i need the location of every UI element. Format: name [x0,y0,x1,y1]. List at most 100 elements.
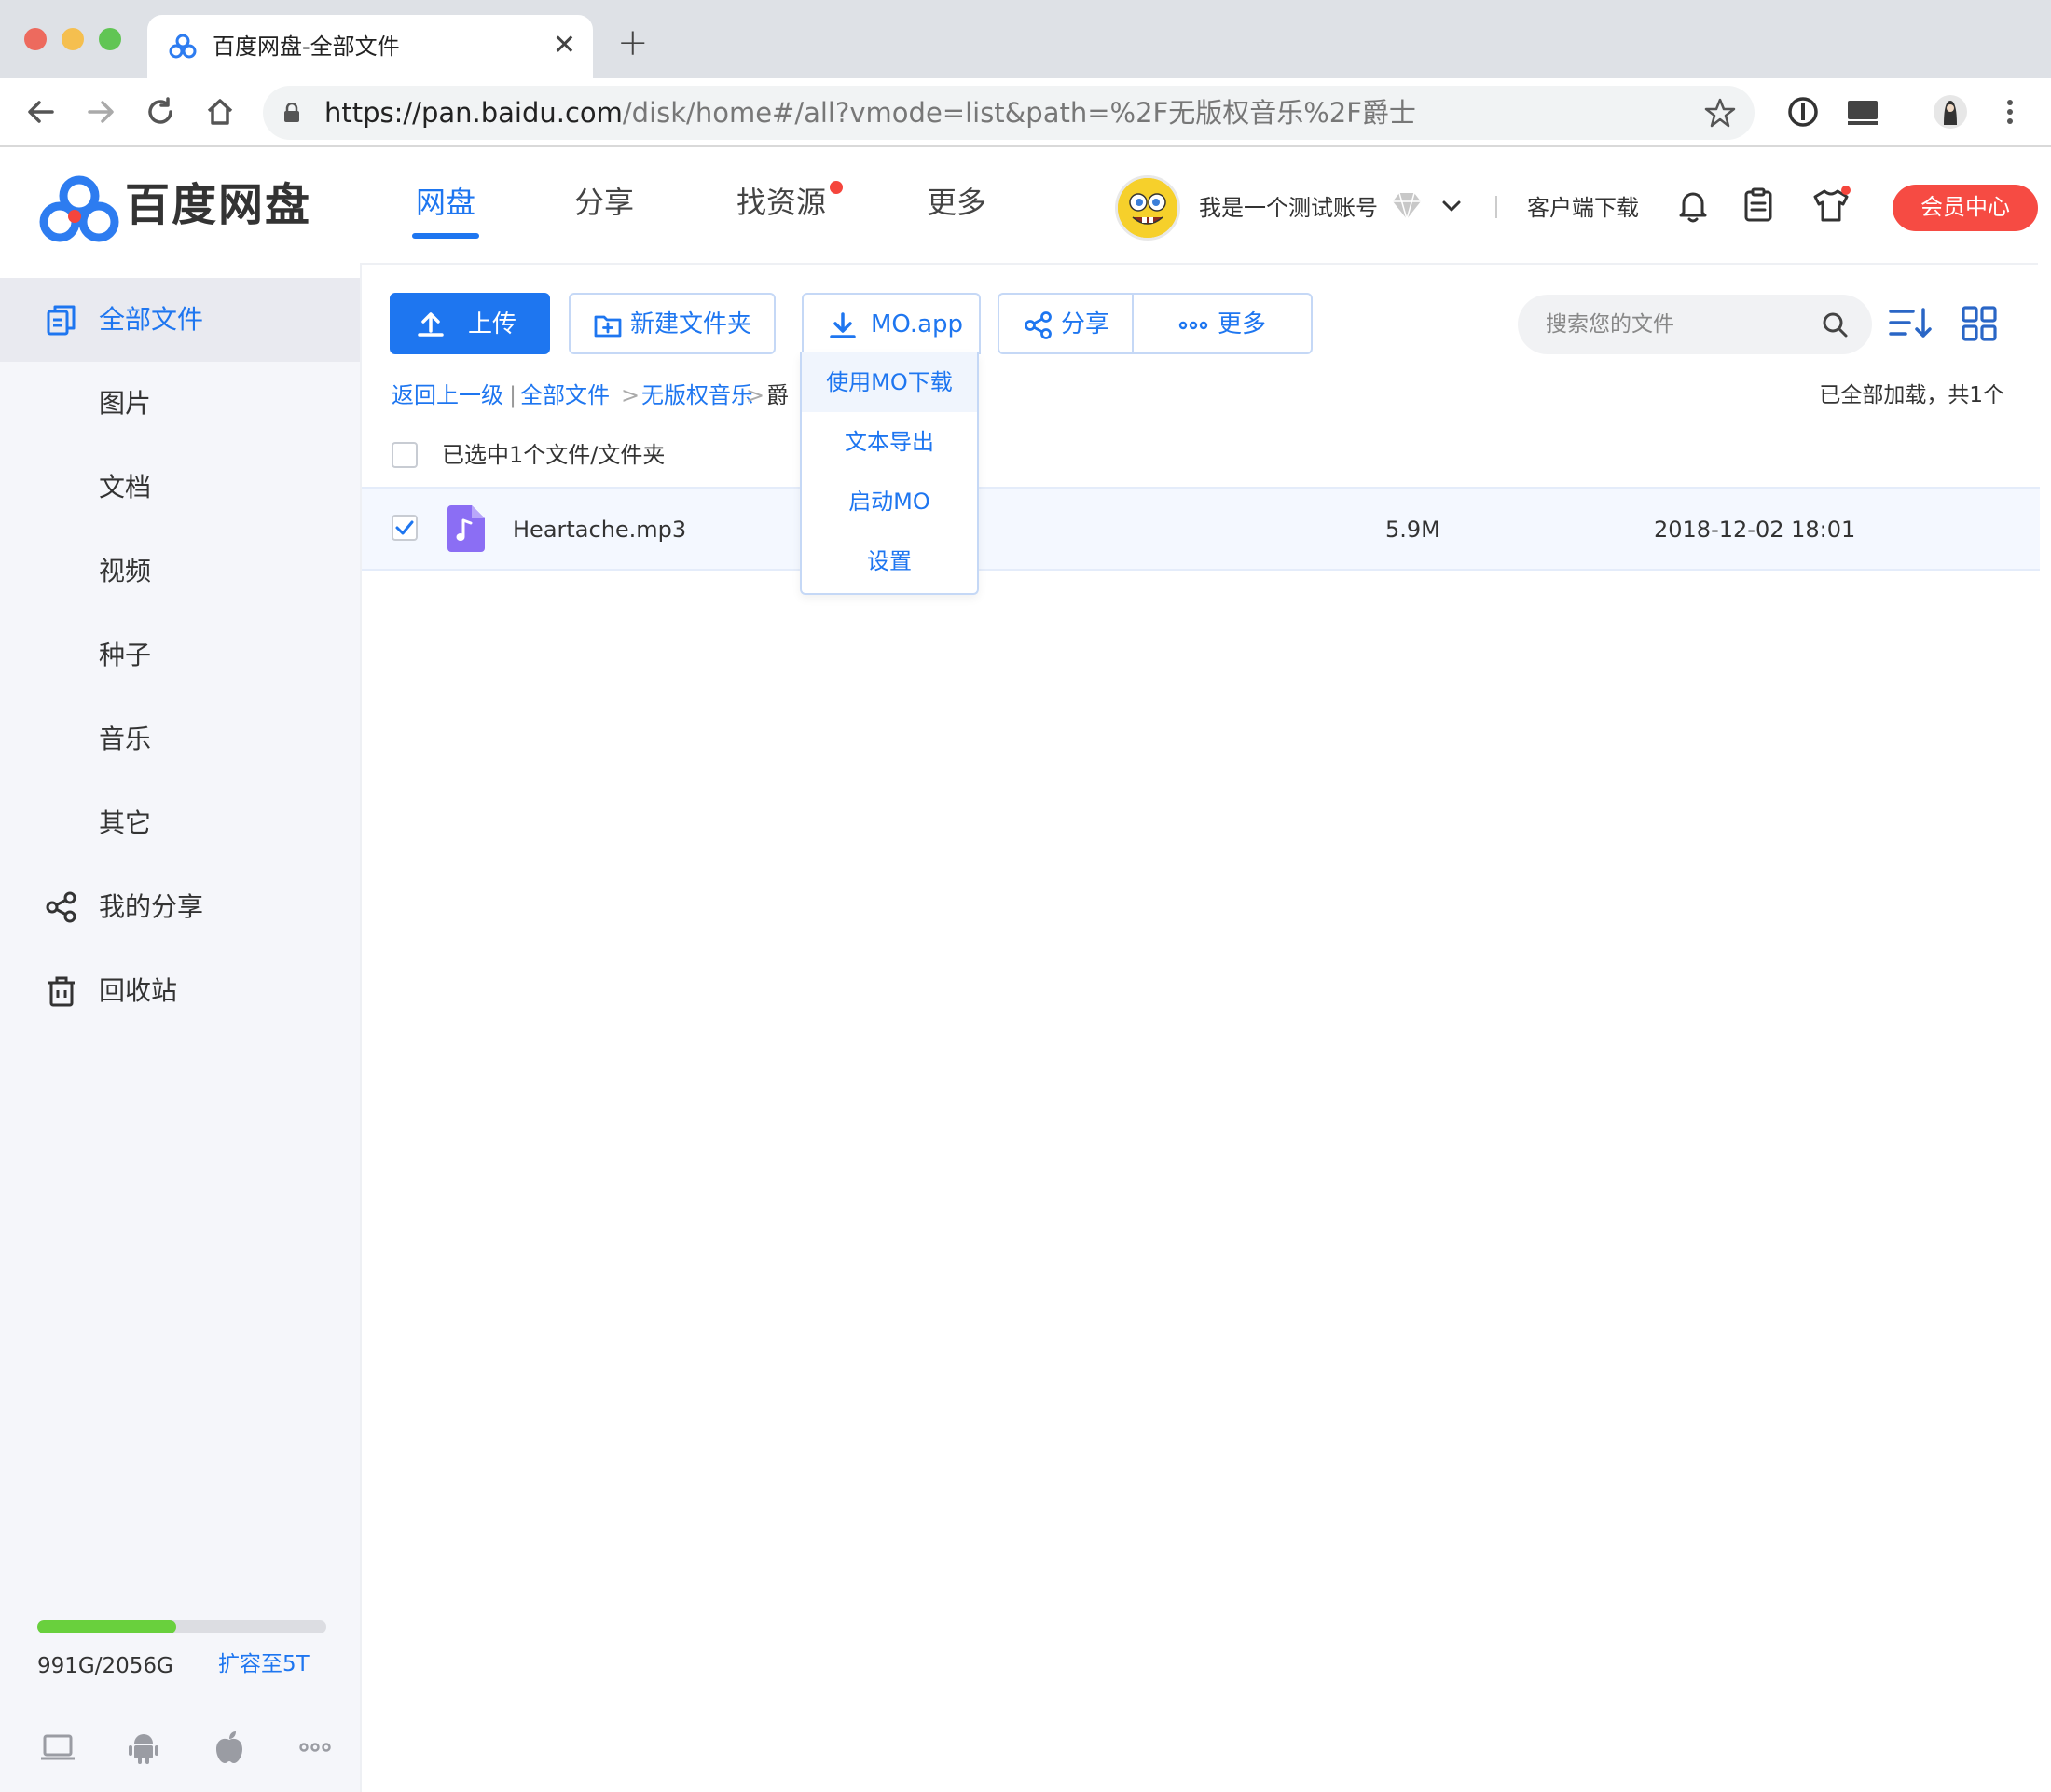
share-button[interactable]: 分享 [999,295,1132,352]
storage-quota-fill [37,1620,176,1633]
desktop-icon[interactable] [39,1729,76,1766]
more-icon[interactable] [296,1729,334,1766]
avatar[interactable] [1115,175,1180,241]
nav-item-share[interactable]: 分享 [574,181,634,224]
address-bar[interactable]: https://pan.baidu.com/disk/home#/all?vmo… [263,86,1755,140]
sidebar-item-music[interactable]: 音乐 [0,697,360,781]
vip-center-button[interactable]: 会员中心 [1893,185,2038,231]
sidebar-item-others[interactable]: 其它 [0,781,360,865]
forward-arrow-icon[interactable] [80,91,121,132]
android-icon[interactable] [125,1729,162,1766]
browser-tabbar: 百度网盘-全部文件 ✕ + [0,0,2051,78]
sidebar-item-label: 我的分享 [99,891,204,922]
sidebar-item-images[interactable]: 图片 [0,362,360,446]
main-panel: 上传 新建文件夹 MO.app 分享 更多 搜索您的文件 返回上一级 | 全部文… [360,263,2040,1792]
load-status: 已全部加载，共1个 [1819,383,2004,407]
sidebar-item-label: 音乐 [99,724,152,754]
notification-bell-icon[interactable] [1672,185,1714,226]
baidu-pan-logo-icon[interactable] [37,173,121,244]
browser-menu-icon[interactable] [1991,93,2029,131]
apple-icon[interactable] [211,1729,248,1766]
avatar-face-icon [1118,178,1177,238]
chevron-down-icon[interactable] [1439,194,1464,218]
more-label: 更多 [1218,310,1267,338]
more-dots-icon [1178,321,1208,330]
sidebar-item-recycle-bin[interactable]: 回收站 [0,949,360,1033]
back-arrow-icon[interactable] [21,91,62,132]
nav-active-indicator [412,233,479,239]
sidebar-item-label: 全部文件 [99,304,204,335]
nav-badge-dot [830,181,843,194]
reload-icon[interactable] [140,91,181,132]
search-icon[interactable] [1820,310,1850,339]
sidebar-item-all-files[interactable]: 全部文件 [0,278,360,362]
nav-item-netdisk[interactable]: 网盘 [416,181,475,224]
breadcrumb-item-all-files[interactable]: 全部文件 [520,379,610,412]
selection-info: 已选中1个文件/文件夹 [442,442,666,468]
expand-storage-link[interactable]: 扩容至5T [218,1648,310,1680]
vip-diamond-icon[interactable] [1389,190,1425,222]
tab-close-icon[interactable]: ✕ [553,30,576,62]
menu-item-export-text[interactable]: 文本导出 [802,412,977,472]
upload-icon [418,312,444,337]
mo-app-button[interactable]: MO.app [802,293,981,354]
new-folder-icon [594,315,622,338]
sidebar-item-label: 文档 [99,472,152,503]
window-zoom-button[interactable] [99,28,121,50]
share-label: 分享 [1061,310,1110,338]
bookmark-star-icon[interactable] [1704,97,1736,129]
file-name[interactable]: Heartache.mp3 [513,513,686,546]
file-date: 2018-12-02 18:01 [1654,517,1856,543]
upload-button[interactable]: 上传 [390,293,550,354]
menu-item-settings[interactable]: 设置 [802,531,977,591]
tab-title: 百度网盘-全部文件 [213,34,400,60]
nav-item-more[interactable]: 更多 [927,181,986,224]
client-download-link[interactable]: 客户端下载 [1527,192,1639,224]
sort-icon[interactable] [1887,304,1934,343]
logo-text[interactable]: 百度网盘 [125,175,311,235]
sidebar-item-videos[interactable]: 视频 [0,530,360,613]
window-close-button[interactable] [24,28,47,50]
sidebar-item-documents[interactable]: 文档 [0,446,360,530]
file-size: 5.9M [1385,517,1440,543]
sidebar-item-label: 图片 [99,388,152,419]
grid-view-icon[interactable] [1960,304,2006,343]
trash-icon [48,976,75,1007]
music-file-icon [447,505,485,552]
sidebar-item-label: 回收站 [99,975,178,1006]
clipboard-icon[interactable] [1738,185,1779,226]
window-minimize-button[interactable] [62,28,84,50]
new-tab-button[interactable]: + [617,24,649,62]
sidebar-item-my-shares[interactable]: 我的分享 [0,865,360,949]
share-more-button-group: 分享 更多 [998,293,1313,354]
sidebar-item-torrents[interactable]: 种子 [0,613,360,697]
profile-avatar-icon[interactable] [1932,93,1969,131]
sidebar-item-label: 视频 [99,556,152,586]
search-box [1518,295,1872,354]
select-all-checkbox[interactable] [392,442,418,468]
skin-tshirt-icon[interactable] [1810,185,1851,226]
nav-item-resources[interactable]: 找资源 [736,181,826,224]
search-input[interactable] [1546,308,1816,341]
mo-app-dropdown-menu: 使用MO下载 文本导出 启动MO 设置 [800,352,979,595]
new-folder-label: 新建文件夹 [630,310,752,338]
files-icon [47,305,76,336]
home-icon[interactable] [200,91,241,132]
upload-label: 上传 [468,310,517,338]
new-folder-button[interactable]: 新建文件夹 [569,293,776,354]
more-button[interactable]: 更多 [1134,295,1311,352]
sidebar-item-label: 种子 [99,640,152,670]
password-manager-icon[interactable] [1784,93,1822,131]
storage-quota-bar [37,1620,326,1633]
cast-device-icon[interactable] [1844,93,1881,131]
mo-app-label: MO.app [871,310,964,338]
browser-tab[interactable]: 百度网盘-全部文件 ✕ [147,15,593,78]
row-checkbox[interactable] [392,515,418,541]
download-icon [830,312,856,338]
breadcrumb-item-music[interactable]: 无版权音乐 [641,379,753,412]
table-row[interactable]: Heartache.mp3 5.9M 2018-12-02 18:01 [362,487,2040,571]
breadcrumb-back-link[interactable]: 返回上一级 [392,379,503,412]
username[interactable]: 我是一个测试账号 [1199,192,1378,224]
menu-item-launch-mo[interactable]: 启动MO [802,472,977,531]
menu-item-download-with-mo[interactable]: 使用MO下载 [802,352,977,412]
